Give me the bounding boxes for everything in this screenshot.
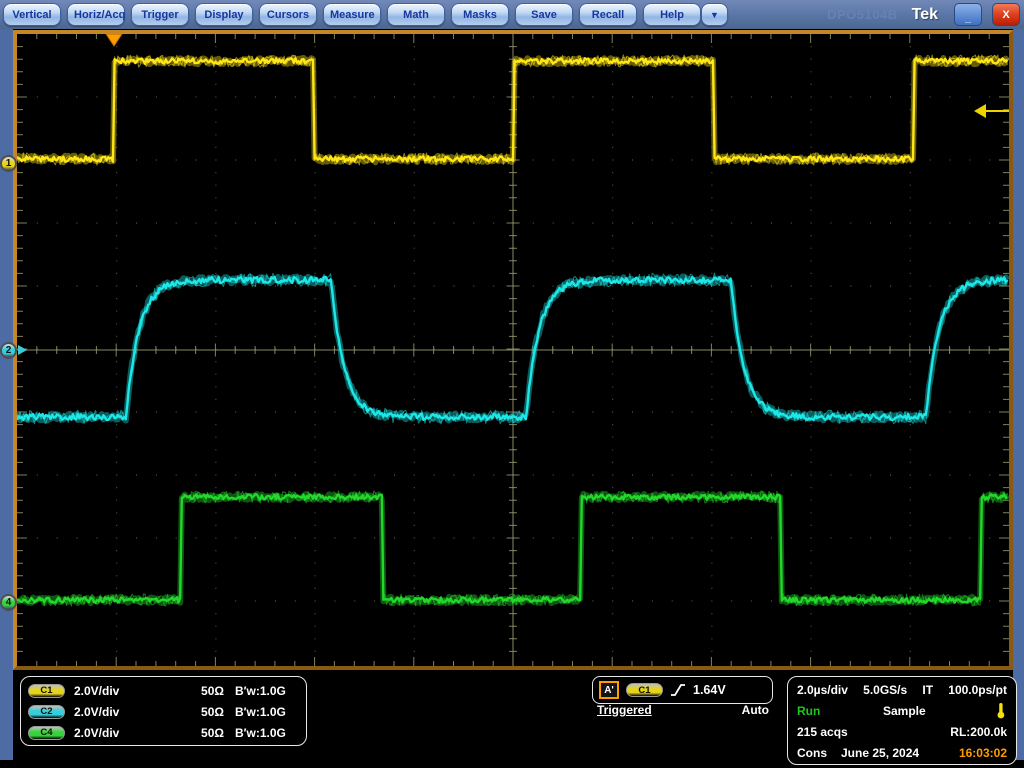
channel-bandwidth: B′w:1.0G <box>235 684 286 698</box>
channel-impedance: 50Ω <box>180 726 224 740</box>
trigger-status: Triggered <box>597 703 652 717</box>
menu-button-display[interactable]: Display <box>195 3 253 26</box>
acquisition-count: 215 acqs <box>797 725 848 739</box>
channel-badge-c2: C2 <box>28 705 65 719</box>
channel1-marker[interactable]: 1 <box>0 155 17 172</box>
record-length: RL:200.0k <box>950 725 1007 739</box>
window-controls: DPO5104B Tek _ X <box>827 3 1024 26</box>
tek-logo: Tek <box>912 6 938 24</box>
channel-impedance: 50Ω <box>180 684 224 698</box>
minimize-button[interactable]: _ <box>954 3 982 26</box>
acq-count-row: 215 acqs RL:200.0k <box>797 721 1007 742</box>
resolution-value: 100.0ps/pt <box>948 683 1007 697</box>
right-chrome-strip <box>1013 29 1024 760</box>
run-state-row: Run Sample <box>797 700 1007 721</box>
channel-badge-c1: C1 <box>28 684 65 698</box>
menu-button-cursors[interactable]: Cursors <box>259 3 317 26</box>
trigger-position-marker[interactable] <box>106 34 122 46</box>
trigger-status-row: Triggered Auto <box>597 703 769 717</box>
menu-button-help[interactable]: Help <box>643 3 701 26</box>
channel2-marker[interactable]: 2 <box>0 342 17 359</box>
channel-scale: 2.0V/div <box>74 705 180 719</box>
run-state: Run <box>797 704 820 718</box>
trigger-mode: Auto <box>742 703 769 717</box>
minimize-icon: _ <box>965 12 971 24</box>
sampling-mode-value: IT <box>922 683 933 697</box>
trigger-level-arrow[interactable] <box>974 104 986 118</box>
channel-scale: 2.0V/div <box>74 684 180 698</box>
channel-bandwidth: B′w:1.0G <box>235 705 286 719</box>
menu-bar: Vertical Horiz/Acq Trigger Display Cursors Me… <box>0 0 1024 29</box>
channel4-marker[interactable]: 4 <box>0 594 17 611</box>
timebase-row: 2.0µs/div 5.0GS/s IT 100.0ps/pt <box>797 679 1007 700</box>
channel-readout-row-c4[interactable]: C4 2.0V/div50Ω B′w:1.0G <box>28 722 299 743</box>
menu-button-vertical[interactable]: Vertical <box>3 3 61 26</box>
horizontal-readout-box[interactable]: 2.0µs/div 5.0GS/s IT 100.0ps/pt Run Samp… <box>787 676 1017 765</box>
sample-rate-value: 5.0GS/s <box>863 683 907 697</box>
console-label: Cons <box>797 746 827 760</box>
channel-readout-row-c2[interactable]: C2 2.0V/div50Ω B′w:1.0G <box>28 701 299 722</box>
date-time-row: Cons June 25, 2024 16:03:02 <box>797 742 1007 763</box>
channel-badge-c4: C4 <box>28 726 65 740</box>
acquisition-mode: Sample <box>883 704 926 718</box>
menu-button-save[interactable]: Save <box>515 3 573 26</box>
trigger-aux-badge: A' <box>599 681 619 699</box>
menu-button-horiz-acq[interactable]: Horiz/Acq <box>67 3 125 26</box>
oscilloscope-screen: Vertical Horiz/Acq Trigger Display Cursors Me… <box>0 0 1024 768</box>
trigger-source-badge: C1 <box>626 683 663 697</box>
menu-button-recall[interactable]: Recall <box>579 3 637 26</box>
menu-button-math[interactable]: Math <box>387 3 445 26</box>
channel-scale: 2.0V/div <box>74 726 180 740</box>
trigger-readout-box[interactable]: A' C1 1.64V <box>592 676 773 704</box>
waveform-display[interactable] <box>17 34 1009 666</box>
timebase-value: 2.0µs/div <box>797 683 848 697</box>
rising-edge-icon <box>670 683 686 697</box>
channel-impedance: 50Ω <box>180 705 224 719</box>
channel-readout-box: C12.0V/div50ΩB′w:1.0GC22.0V/div50ΩB′w:1.… <box>20 676 307 746</box>
thermometer-icon <box>995 702 1007 719</box>
close-button[interactable]: X <box>992 3 1020 26</box>
time-value: 16:03:02 <box>959 746 1007 760</box>
channel-bandwidth: B′w:1.0G <box>235 726 286 740</box>
date-value: June 25, 2024 <box>841 746 919 760</box>
menu-button-trigger[interactable]: Trigger <box>131 3 189 26</box>
trigger-level-value: 1.64V <box>693 683 726 697</box>
left-chrome-strip <box>0 29 13 760</box>
menu-more-button[interactable]: ▼ <box>701 3 728 26</box>
channel-readout-row-c1[interactable]: C1 2.0V/div50Ω B′w:1.0G <box>28 680 299 701</box>
menu-button-measure[interactable]: Measure <box>323 3 381 26</box>
graticule-frame <box>13 30 1013 670</box>
model-label: DPO5104B <box>827 7 897 22</box>
close-icon: X <box>1002 9 1009 21</box>
menu-items: Vertical Horiz/Acq Trigger Display Cursors Me… <box>3 3 701 26</box>
menu-button-masks[interactable]: Masks <box>451 3 509 26</box>
channel2-position-arrow-icon <box>18 345 27 355</box>
